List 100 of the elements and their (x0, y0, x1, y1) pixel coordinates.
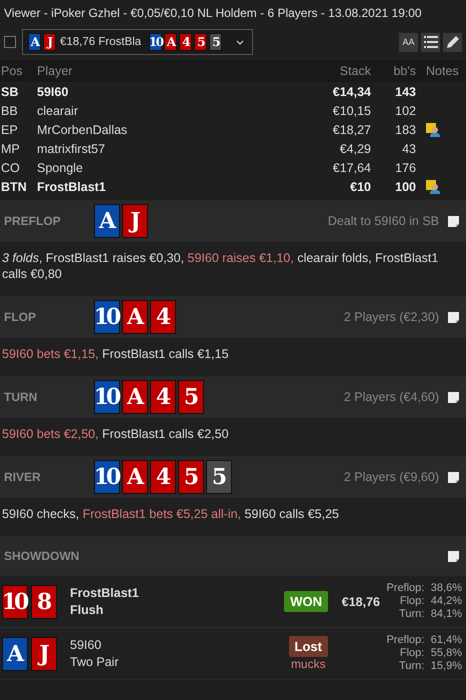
equity-value: 38,6% (430, 582, 462, 595)
table-cell-text: 59I60 (37, 84, 70, 98)
card: A (94, 204, 120, 238)
card: J (31, 636, 57, 670)
table-cell-text: 143 (394, 84, 416, 98)
column-header: bb's (392, 64, 416, 78)
font-size-button[interactable]: AA (399, 32, 418, 52)
list-icon (424, 36, 438, 48)
table-cell-text: BB (0, 104, 19, 118)
equity-label: Flop: (398, 647, 424, 660)
note-person-icon[interactable] (426, 180, 441, 194)
player-name: FrostBlast1 (70, 584, 140, 602)
card: 5 (209, 33, 222, 51)
card: 5 (194, 33, 208, 51)
column-header: Stack (338, 64, 371, 78)
card: A (28, 33, 41, 51)
equity-label: Preflop: (386, 582, 424, 595)
window-title: Viewer - iPoker Gzhel - €0,05/€0,10 NL Holdem - 6 Players - 13.08.2021 19:00 (4, 6, 422, 20)
table-cell-text: 100 (394, 180, 416, 194)
card: A (122, 300, 148, 334)
action-line: 59I60 bets €1,15, FrostBlast1 calls €1,15 (2, 346, 230, 362)
card: 5 (178, 380, 204, 414)
column-header: Pos (0, 64, 24, 78)
equity-value: 44,2% (430, 595, 462, 608)
card: A (122, 460, 148, 494)
table-cell-text: CO (0, 160, 21, 174)
card: 4 (150, 460, 176, 494)
note-icon[interactable] (447, 470, 460, 484)
street-info: 2 Players (€9,60) (344, 470, 439, 484)
equity-label: Flop: (398, 595, 424, 608)
table-cell-text: matrixfirst57 (37, 142, 106, 156)
table-cell-text: €14,34 (332, 84, 371, 98)
equity-label: Preflop: (386, 634, 424, 647)
table-cell-text: FrostBlast1 (37, 180, 107, 194)
hand-rank: Flush (70, 602, 104, 618)
card: 4 (150, 300, 176, 334)
card: 10 (94, 300, 120, 334)
card: J (122, 204, 148, 238)
table-cell-text: €10 (349, 180, 371, 194)
table-cell-text: 183 (394, 122, 416, 136)
equity-value: 84,1% (430, 608, 462, 621)
table-cell-text: €4,29 (338, 142, 371, 156)
card: 4 (179, 33, 192, 51)
table-cell-text: 176 (394, 160, 416, 174)
table-cell-text: 43 (401, 142, 416, 156)
table-cell-text: €17,64 (332, 160, 371, 174)
card: A (164, 33, 178, 51)
card: J (43, 33, 56, 51)
list-button[interactable] (421, 32, 440, 52)
table-cell-text: EP (0, 122, 19, 136)
table-cell-text: 102 (394, 104, 416, 118)
action-line: 59I60 bets €2,50, FrostBlast1 calls €2,50 (2, 426, 230, 442)
table-cell-text: €10,15 (332, 104, 371, 118)
action-line: 59I60 checks, FrostBlast1 bets €5,25 all-in, 59I60 calls €5,25 (2, 506, 340, 522)
card: 4 (150, 380, 176, 414)
card: 5 (178, 460, 204, 494)
pencil-icon (446, 35, 460, 49)
hand-rank: Two Pair (70, 654, 120, 670)
equity-value: 55,8% (430, 647, 462, 660)
edit-button[interactable] (443, 32, 462, 52)
card: A (2, 636, 28, 670)
street-label: RIVER (4, 470, 42, 484)
note-icon[interactable] (447, 214, 460, 228)
note-person-icon[interactable] (426, 122, 441, 136)
result-note: mucks (290, 657, 326, 671)
street-info: 2 Players (€2,30) (344, 310, 439, 324)
table-cell-text: MP (0, 142, 21, 156)
equity-label: Turn: (398, 660, 424, 673)
player-name: 59I60 (70, 636, 102, 654)
table-cell-text: Spongle (37, 160, 84, 174)
note-icon[interactable] (447, 550, 460, 562)
table-cell-text: MrCorbenDallas (37, 122, 128, 136)
card: 10 (94, 460, 120, 494)
column-header: Player (37, 64, 74, 78)
street-label: PREFLOP (4, 214, 62, 228)
table-cell-text: SB (0, 84, 20, 98)
note-icon[interactable] (447, 310, 460, 324)
street-label: SHOWDOWN (4, 549, 80, 563)
card: 10 (94, 380, 120, 414)
street-label: TURN (4, 390, 38, 404)
result-badge: WON (284, 591, 328, 612)
card: 8 (31, 584, 57, 618)
street-info: 2 Players (€4,60) (344, 390, 439, 404)
table-cell-text: clearair (37, 104, 79, 118)
table-cell-text: €18,27 (332, 122, 371, 136)
card: A (122, 380, 148, 414)
column-header: Notes (425, 64, 460, 78)
equity-value: 61,4% (430, 634, 462, 647)
street-info: Dealt to 59I60 in SB (328, 214, 439, 228)
won-amount: €18,76 (340, 594, 380, 608)
card: 10 (2, 584, 28, 618)
equity-label: Turn: (398, 608, 424, 621)
street-label: FLOP (4, 310, 37, 324)
action-line: 3 folds, FrostBlast1 raises €0,30, 59I60 raises €1,10, clearair folds, FrostBlast1 calls €0,80 (2, 250, 440, 282)
caret-icon (236, 40, 244, 44)
card: 5 (206, 460, 232, 494)
result-badge: Lost (288, 636, 328, 657)
checkbox[interactable] (4, 36, 16, 48)
note-icon[interactable] (447, 390, 460, 404)
equity-value: 15,9% (430, 660, 462, 673)
